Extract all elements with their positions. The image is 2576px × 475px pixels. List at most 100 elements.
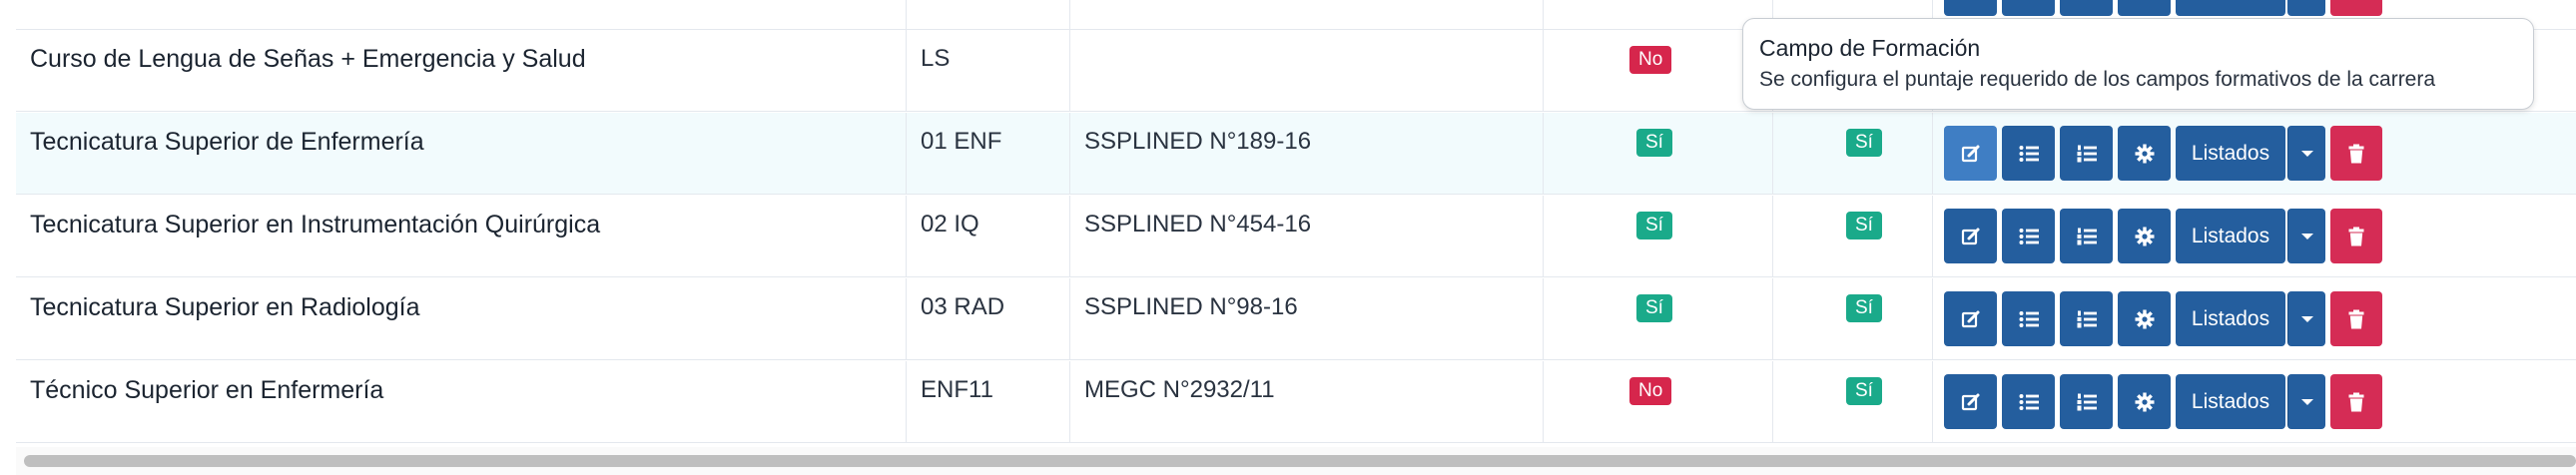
listados-dropdown-toggle[interactable]	[2287, 0, 2325, 16]
trash-icon	[2348, 227, 2364, 245]
flag2-cell: Sí	[1773, 361, 1933, 443]
listados-label: Listados	[2191, 224, 2270, 247]
trash-icon	[2348, 309, 2364, 328]
name-cell: Tecnicatura Superior en Instrumentación …	[16, 196, 907, 277]
career-name: Técnico Superior en Enfermería	[30, 376, 384, 404]
delete-button[interactable]	[2330, 374, 2382, 429]
listados-button[interactable]: Listados	[2176, 126, 2285, 181]
listados-dropdown-toggle[interactable]	[2287, 209, 2325, 263]
resolution-cell: MEGC N°2932/11	[1070, 361, 1544, 443]
listados-button[interactable]: Listados	[2176, 374, 2285, 429]
settings-button[interactable]	[2118, 126, 2171, 181]
tooltip-title: Campo de Formación	[1759, 35, 1981, 61]
listados-button[interactable]: Listados	[2176, 291, 2285, 346]
ordered-list-icon	[2077, 145, 2097, 162]
edit-icon	[1961, 310, 1979, 327]
edit-button[interactable]	[1944, 126, 1997, 181]
code-cell: 03 RAD	[907, 278, 1070, 360]
status-badge: No	[1629, 377, 1672, 405]
flag1-cell: Sí	[1544, 196, 1773, 277]
table-row: Tecnicatura Superior de Enfermería 01 EN…	[16, 113, 2576, 195]
settings-button[interactable]	[2118, 374, 2171, 429]
career-name: Curso de Lengua de Señas + Emergencia y …	[30, 45, 586, 73]
actions-cell: Listados	[1933, 113, 2576, 195]
status-badge: Sí	[1636, 294, 1672, 322]
edit-icon	[1961, 228, 1979, 244]
settings-tooltip: Campo de Formación Se configura el punta…	[1742, 18, 2534, 110]
flag1-cell: No	[1544, 361, 1773, 443]
table-row: Tecnicatura Superior en Radiología 03 RA…	[16, 278, 2576, 360]
caret-down-icon	[2300, 150, 2313, 157]
list-button[interactable]	[2002, 209, 2055, 263]
scrollbar-thumb[interactable]	[24, 455, 2576, 467]
status-badge: Sí	[1636, 212, 1672, 239]
career-code: 01 ENF	[921, 128, 1002, 155]
delete-button[interactable]	[2330, 0, 2382, 16]
list-icon	[2019, 393, 2039, 410]
delete-button[interactable]	[2330, 126, 2382, 181]
caret-down-icon	[2300, 233, 2313, 239]
delete-button[interactable]	[2330, 291, 2382, 346]
status-badge: Sí	[1846, 212, 1882, 239]
actions-cell: Listados	[1933, 361, 2576, 443]
gear-icon	[2135, 227, 2154, 245]
ordered-list-button[interactable]	[2060, 291, 2113, 346]
ordered-list-button[interactable]	[2060, 374, 2113, 429]
status-badge: Sí	[1636, 129, 1672, 157]
name-cell	[16, 0, 907, 30]
trash-icon	[2348, 392, 2364, 411]
code-cell: ENF11	[907, 361, 1070, 443]
career-resolution: SSPLINED N°189-16	[1084, 128, 1312, 155]
listados-button[interactable]: Listados	[2176, 209, 2285, 263]
career-name: Tecnicatura Superior en Instrumentación …	[30, 211, 601, 238]
trash-icon	[2348, 144, 2364, 163]
ordered-list-icon	[2077, 228, 2097, 244]
settings-button[interactable]	[2118, 291, 2171, 346]
career-resolution: SSPLINED N°98-16	[1084, 293, 1298, 320]
edit-button[interactable]	[1944, 374, 1997, 429]
name-cell: Tecnicatura Superior en Radiología	[16, 278, 907, 360]
ordered-list-icon	[2077, 393, 2097, 410]
flag2-cell: Sí	[1773, 278, 1933, 360]
code-cell: 01 ENF	[907, 113, 1070, 195]
settings-button[interactable]	[2118, 0, 2171, 16]
edit-button[interactable]	[1944, 209, 1997, 263]
flag2-cell: Sí	[1773, 196, 1933, 277]
actions-cell: Listados	[1933, 278, 2576, 360]
listados-dropdown-toggle[interactable]	[2287, 126, 2325, 181]
ordered-list-button[interactable]	[2060, 126, 2113, 181]
listados-dropdown-toggle[interactable]	[2287, 291, 2325, 346]
tooltip-body: Se configura el puntaje requerido de los…	[1759, 68, 2436, 91]
settings-button[interactable]	[2118, 209, 2171, 263]
ordered-list-button[interactable]	[2060, 209, 2113, 263]
code-cell: 02 IQ	[907, 196, 1070, 277]
code-cell	[907, 0, 1070, 30]
listados-label: Listados	[2191, 389, 2270, 413]
career-resolution: SSPLINED N°454-16	[1084, 211, 1312, 238]
listados-dropdown-toggle[interactable]	[2287, 374, 2325, 429]
flag1-cell: No	[1544, 30, 1773, 112]
edit-icon	[1961, 145, 1979, 162]
horizontal-scrollbar[interactable]	[16, 447, 2576, 475]
ordered-list-button[interactable]	[2060, 0, 2113, 16]
list-button[interactable]	[2002, 0, 2055, 16]
gear-icon	[2135, 392, 2154, 411]
resolution-cell	[1070, 30, 1544, 112]
career-name: Tecnicatura Superior de Enfermería	[30, 128, 424, 156]
list-button[interactable]	[2002, 291, 2055, 346]
flag1-cell	[1544, 0, 1773, 30]
status-badge: Sí	[1846, 377, 1882, 405]
career-code: ENF11	[921, 376, 993, 403]
list-button[interactable]	[2002, 374, 2055, 429]
status-badge: No	[1629, 46, 1672, 74]
listados-button[interactable]	[2176, 0, 2285, 16]
edit-icon	[1961, 393, 1979, 410]
edit-button[interactable]	[1944, 291, 1997, 346]
delete-button[interactable]	[2330, 209, 2382, 263]
resolution-cell: SSPLINED N°98-16	[1070, 278, 1544, 360]
career-code: 03 RAD	[921, 293, 1005, 320]
edit-button[interactable]	[1944, 0, 1997, 16]
list-button[interactable]	[2002, 126, 2055, 181]
career-name: Tecnicatura Superior en Radiología	[30, 293, 420, 321]
status-badge: Sí	[1846, 129, 1882, 157]
